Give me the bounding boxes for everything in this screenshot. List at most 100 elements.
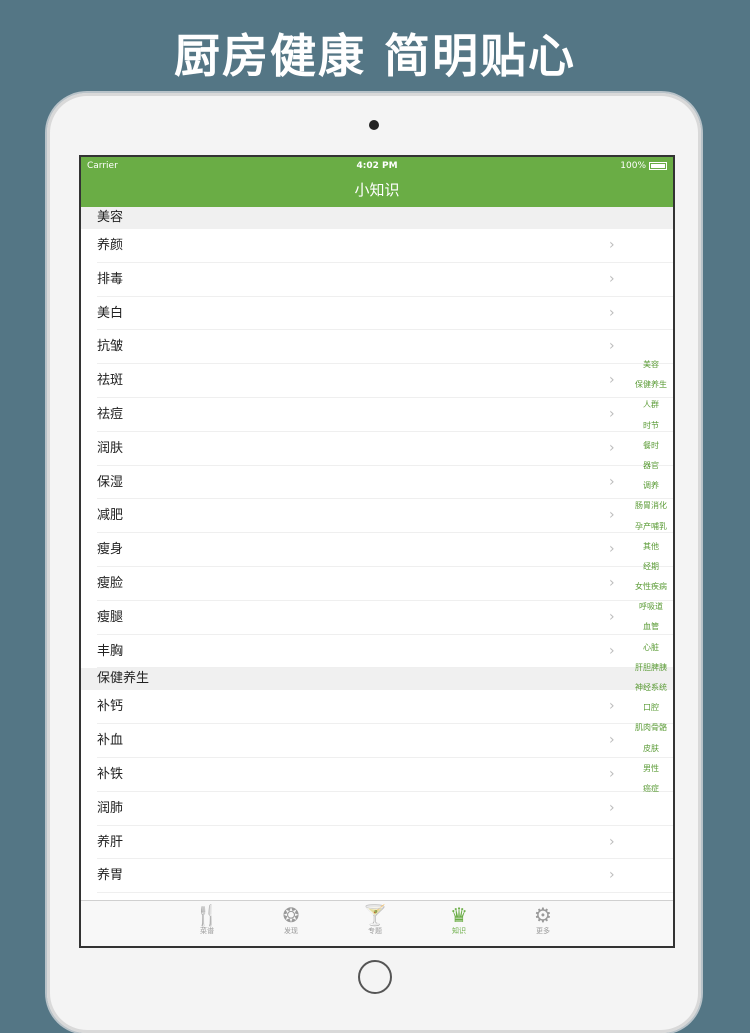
list-item[interactable]: 排毒 › <box>81 262 673 297</box>
chevron-right-icon: › <box>609 642 615 659</box>
section-index-item[interactable]: 心脏 <box>643 638 659 658</box>
chevron-right-icon: › <box>609 541 615 558</box>
list-item-label: 润肺 <box>97 800 124 816</box>
list-item-label: 丰胸 <box>97 643 124 659</box>
tab-label: 菜谱 <box>200 927 214 935</box>
tab-gear[interactable]: ⚙ 更多 <box>513 904 573 936</box>
chevron-right-icon: › <box>609 372 615 389</box>
promo-headline: 厨房健康 简明贴心 <box>173 29 576 83</box>
chevron-right-icon: › <box>609 270 615 287</box>
list-item-label: 润肤 <box>97 440 124 456</box>
section-index-item[interactable]: 人群 <box>643 395 659 415</box>
section-index-item[interactable]: 神经系统 <box>635 678 667 698</box>
nav-bar: 小知识 <box>81 177 673 207</box>
aperture-icon: ❂ <box>282 903 300 927</box>
chevron-right-icon: › <box>609 765 615 782</box>
section-index-item[interactable]: 肌肉骨骼 <box>635 718 667 738</box>
list-item[interactable]: 养肝 › <box>81 825 673 860</box>
section-index-item[interactable]: 美容 <box>643 355 659 375</box>
list-item-label: 补钙 <box>97 699 124 715</box>
section-index-item[interactable]: 保健养生 <box>635 375 667 395</box>
section-index-item[interactable]: 口腔 <box>643 698 659 718</box>
app-screen: Carrier 4:02 PM 100% 小知识 美容 养颜 › 排毒 › 美白 › 抗皱 › 祛… <box>79 155 675 948</box>
status-bar: Carrier 4:02 PM 100% <box>81 157 673 177</box>
tab-bar: 🍴 菜谱 ❂ 发现 🍸 专题 ♛ 知识 ⚙ 更多 <box>81 900 673 946</box>
cocktail-icon: 🍸 <box>362 903 388 927</box>
chef-hat-icon: ♛ <box>450 903 468 927</box>
chevron-right-icon: › <box>609 338 615 355</box>
list-item[interactable]: 丰胸 › <box>81 634 673 669</box>
section-index-item[interactable]: 血管 <box>643 617 659 637</box>
section-header: 美容 <box>81 207 673 229</box>
chevron-right-icon: › <box>609 574 615 591</box>
list-item[interactable]: 祛痘 › <box>81 397 673 432</box>
section-index[interactable]: 美容 保健养生 人群 时节 餐时 器官 调养 肠胃消化 孕产哺乳 其他 经期 女性疾病 呼吸道 血管 心脏肝… <box>629 355 673 799</box>
list-item[interactable]: 润肤 › <box>81 431 673 466</box>
list-item[interactable]: 补血 › <box>81 724 673 758</box>
tab-label: 专题 <box>368 927 382 935</box>
list-item-label: 祛斑 <box>97 373 124 389</box>
list-item[interactable]: 美白 › <box>81 296 673 331</box>
ipad-frame: Carrier 4:02 PM 100% 小知识 美容 养颜 › 排毒 › 美白 › 抗皱 › 祛… <box>47 93 701 1033</box>
tab-aperture[interactable]: ❂ 发现 <box>261 904 321 936</box>
list-item[interactable]: 瘦腿 › <box>81 600 673 635</box>
battery-percent: 100% <box>620 161 646 171</box>
list-item-label: 祛痘 <box>97 406 124 422</box>
list-item-label: 瘦身 <box>97 542 124 558</box>
tab-label: 知识 <box>452 927 466 935</box>
list-item-label: 补血 <box>97 733 124 749</box>
list-item[interactable]: 瘦脸 › <box>81 566 673 601</box>
nav-title: 小知识 <box>354 181 400 199</box>
section-index-item[interactable]: 时节 <box>643 416 659 436</box>
chevron-right-icon: › <box>609 405 615 422</box>
list-item[interactable]: 补铁 › <box>81 757 673 792</box>
list-item-label: 美白 <box>97 305 124 321</box>
section-index-item[interactable]: 其他 <box>643 537 659 557</box>
chevron-right-icon: › <box>609 304 615 321</box>
status-time: 4:02 PM <box>356 161 398 171</box>
list-item[interactable]: 祛斑 › <box>81 364 673 398</box>
list-item-label: 排毒 <box>97 271 124 287</box>
tab-fork-knife[interactable]: 🍴 菜谱 <box>177 904 237 936</box>
tab-label: 更多 <box>536 927 550 935</box>
list-item-label: 瘦腿 <box>97 609 124 625</box>
list-item[interactable]: 抗皱 › <box>81 330 673 365</box>
section-header: 保健养生 <box>81 668 673 691</box>
chevron-right-icon: › <box>609 439 615 456</box>
section-index-item[interactable]: 肝胆脾胰 <box>635 658 667 678</box>
section-index-item[interactable]: 孕产哺乳 <box>635 517 667 537</box>
list-item[interactable]: 补钙 › <box>81 690 673 725</box>
list-item[interactable]: 养胃 › <box>81 859 673 894</box>
section-index-item[interactable]: 呼吸道 <box>639 597 663 617</box>
chevron-right-icon: › <box>609 799 615 816</box>
chevron-right-icon: › <box>609 473 615 490</box>
section-index-item[interactable]: 调养 <box>643 476 659 496</box>
home-button[interactable] <box>358 960 392 994</box>
knowledge-list[interactable]: 美容 养颜 › 排毒 › 美白 › 抗皱 › 祛斑 › 祛痘 › 润肤 › 保湿 › 减肥 › 瘦身 › 瘦脸 › 瘦腿 › 丰胸… <box>81 207 673 901</box>
section-index-item[interactable]: 餐时 <box>643 436 659 456</box>
gear-icon: ⚙ <box>534 903 552 927</box>
section-index-item[interactable]: 皮肤 <box>643 739 659 759</box>
section-index-item[interactable]: 经期 <box>643 557 659 577</box>
battery-icon <box>649 162 667 170</box>
list-item[interactable]: 减肥 › <box>81 499 673 534</box>
list-item[interactable]: 养颜 › <box>81 229 673 263</box>
list-item-label: 减肥 <box>97 508 124 524</box>
fork-knife-icon: 🍴 <box>194 903 220 927</box>
section-index-item[interactable]: 器官 <box>643 456 659 476</box>
list-item-label: 保湿 <box>97 474 124 490</box>
list-item-label: 养颜 <box>97 238 124 253</box>
section-index-item[interactable]: 癌症 <box>643 779 659 799</box>
list-item[interactable]: 保湿 › <box>81 465 673 500</box>
tab-chef-hat[interactable]: ♛ 知识 <box>429 904 489 936</box>
section-index-item[interactable]: 男性 <box>643 759 659 779</box>
list-item[interactable]: 瘦身 › <box>81 533 673 567</box>
battery-indicator: 100% <box>620 161 667 171</box>
list-item-label: 养肝 <box>97 834 124 850</box>
section-index-item[interactable]: 女性疾病 <box>635 577 667 597</box>
list-item[interactable]: 润肺 › <box>81 791 673 826</box>
section-index-item[interactable]: 肠胃消化 <box>635 496 667 516</box>
list-item-label: 抗皱 <box>97 339 124 355</box>
tab-cocktail[interactable]: 🍸 专题 <box>345 904 405 936</box>
chevron-right-icon: › <box>609 732 615 749</box>
